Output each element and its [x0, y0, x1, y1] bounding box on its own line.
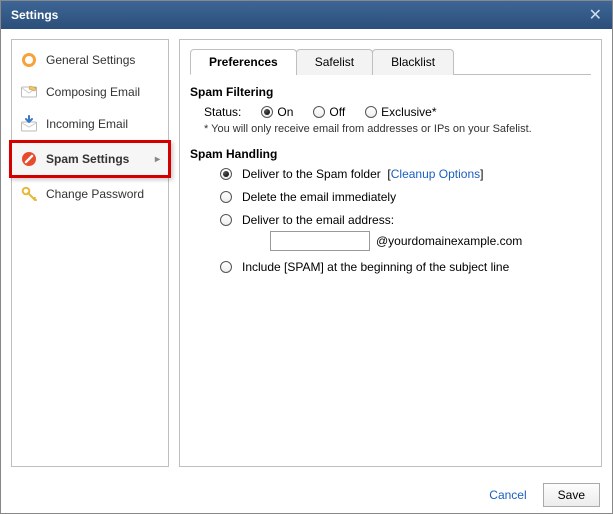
sidebar-item-label: Spam Settings	[46, 152, 129, 166]
radio-icon	[365, 106, 377, 118]
filter-note: * You will only receive email from addre…	[190, 123, 591, 135]
save-button[interactable]: Save	[543, 483, 600, 507]
titlebar: Settings ✕	[1, 1, 612, 29]
footer: Cancel Save	[1, 477, 612, 511]
sidebar-item-password[interactable]: Change Password	[12, 178, 168, 210]
spam-filtering-heading: Spam Filtering	[190, 85, 591, 99]
sidebar-item-spam[interactable]: Spam Settings ▸	[9, 140, 171, 178]
tabs: Preferences Safelist Blacklist	[190, 48, 591, 75]
key-icon	[20, 185, 38, 203]
status-row: Status: On Off Exclusive*	[190, 105, 591, 119]
sidebar-item-label: Composing Email	[46, 85, 140, 99]
tab-blacklist[interactable]: Blacklist	[372, 49, 454, 75]
forward-domain: @yourdomainexample.com	[376, 234, 522, 248]
handling-deliver-spam[interactable]: Deliver to the Spam folder [Cleanup Opti…	[190, 167, 591, 181]
cleanup-options-link[interactable]: Cleanup Options	[391, 167, 480, 181]
dialog-body: General Settings Composing Email Incomin…	[1, 29, 612, 477]
radio-icon	[220, 168, 232, 180]
chevron-right-icon: ▸	[155, 154, 160, 165]
window-title: Settings	[11, 8, 58, 22]
sidebar: General Settings Composing Email Incomin…	[11, 39, 169, 467]
handling-delete[interactable]: Delete the email immediately	[190, 190, 591, 204]
status-label: Status:	[204, 105, 241, 119]
radio-icon	[313, 106, 325, 118]
tab-preferences[interactable]: Preferences	[190, 49, 297, 75]
radio-icon	[220, 191, 232, 203]
radio-icon	[220, 214, 232, 226]
radio-icon	[261, 106, 273, 118]
sidebar-item-label: General Settings	[46, 53, 135, 67]
incoming-icon	[20, 115, 38, 133]
sidebar-item-label: Change Password	[46, 187, 144, 201]
spam-handling-heading: Spam Handling	[190, 147, 591, 161]
gear-icon	[20, 51, 38, 69]
tab-safelist[interactable]: Safelist	[296, 49, 373, 75]
compose-icon	[20, 83, 38, 101]
forward-address-input[interactable]	[270, 231, 370, 251]
handling-tag-subject[interactable]: Include [SPAM] at the beginning of the s…	[190, 260, 591, 274]
radio-on[interactable]: On	[261, 105, 293, 119]
sidebar-item-incoming[interactable]: Incoming Email	[12, 108, 168, 140]
radio-exclusive[interactable]: Exclusive*	[365, 105, 436, 119]
handling-deliver-address[interactable]: Deliver to the email address:	[190, 213, 591, 227]
handling-address-row: @yourdomainexample.com	[190, 231, 591, 251]
sidebar-item-label: Incoming Email	[46, 117, 128, 131]
sidebar-item-composing[interactable]: Composing Email	[12, 76, 168, 108]
radio-off[interactable]: Off	[313, 105, 345, 119]
radio-icon	[220, 261, 232, 273]
sidebar-item-general[interactable]: General Settings	[12, 44, 168, 76]
close-icon[interactable]: ✕	[589, 5, 602, 25]
content-panel: Preferences Safelist Blacklist Spam Filt…	[179, 39, 602, 467]
block-icon	[20, 150, 38, 168]
cancel-button[interactable]: Cancel	[483, 484, 532, 506]
